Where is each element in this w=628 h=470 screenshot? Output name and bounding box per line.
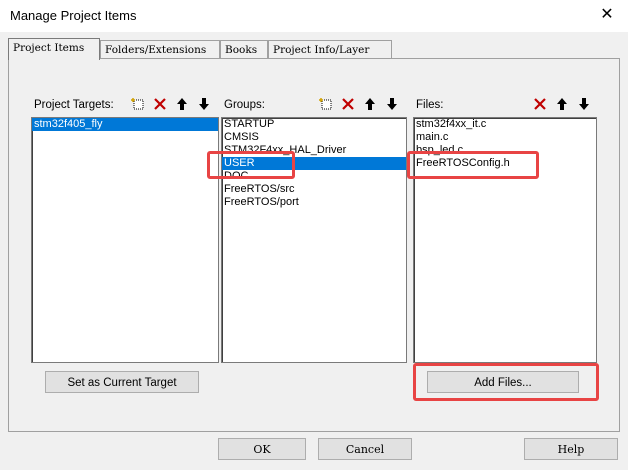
group-item-freertos-src[interactable]: FreeRTOS/src — [222, 183, 406, 196]
targets-label: Project Targets: — [34, 99, 114, 111]
ok-button[interactable]: OK — [218, 438, 306, 460]
set-current-target-button[interactable]: Set as Current Target — [45, 371, 199, 393]
move-target-down-icon[interactable] — [195, 95, 213, 113]
file-item-bsp-led[interactable]: bsp_led.c — [414, 144, 596, 157]
file-item-freertosconfig[interactable]: FreeRTOSConfig.h — [414, 157, 596, 170]
delete-file-icon[interactable] — [531, 95, 549, 113]
file-item-stm32f4xx-it[interactable]: stm32f4xx_it.c — [414, 118, 596, 131]
tab-books[interactable]: Books — [220, 40, 268, 59]
group-item-cmsis[interactable]: CMSIS — [222, 131, 406, 144]
tab-project-info-layer[interactable]: Project Info/Layer — [268, 40, 392, 59]
files-label: Files: — [416, 99, 444, 111]
window-title: Manage Project Items — [10, 8, 137, 23]
group-item-freertos-port[interactable]: FreeRTOS/port — [222, 196, 406, 209]
group-item-hal-driver[interactable]: STM32F4xx_HAL_Driver — [222, 144, 406, 157]
move-group-down-icon[interactable] — [383, 95, 401, 113]
help-button[interactable]: Help — [524, 438, 618, 460]
dialog-body: Project Items Folders/Extensions Books P… — [0, 32, 628, 470]
close-icon[interactable]: ✕ — [594, 3, 620, 27]
tab-folders-extensions[interactable]: Folders/Extensions — [100, 40, 220, 59]
new-target-icon[interactable] — [129, 95, 147, 113]
group-item-startup[interactable]: STARTUP — [222, 118, 406, 131]
add-files-button[interactable]: Add Files... — [427, 371, 579, 393]
cancel-button[interactable]: Cancel — [318, 438, 412, 460]
tab-panel: Project Targets: stm32f405_fly Set as Cu… — [8, 58, 620, 432]
groups-label: Groups: — [224, 99, 265, 111]
targets-list[interactable]: stm32f405_fly — [31, 117, 219, 363]
groups-list[interactable]: STARTUP CMSIS STM32F4xx_HAL_Driver USER … — [221, 117, 407, 363]
move-group-up-icon[interactable] — [361, 95, 379, 113]
targets-header: Project Targets: — [31, 95, 221, 115]
files-header: Files: — [413, 95, 597, 115]
title-bar: Manage Project Items ✕ — [0, 0, 628, 32]
move-file-down-icon[interactable] — [575, 95, 593, 113]
group-item-user[interactable]: USER — [222, 157, 406, 170]
move-target-up-icon[interactable] — [173, 95, 191, 113]
delete-target-icon[interactable] — [151, 95, 169, 113]
new-group-icon[interactable] — [317, 95, 335, 113]
files-list[interactable]: stm32f4xx_it.c main.c bsp_led.c FreeRTOS… — [413, 117, 597, 363]
move-file-up-icon[interactable] — [553, 95, 571, 113]
tab-project-items[interactable]: Project Items — [8, 38, 100, 60]
groups-header: Groups: — [221, 95, 409, 115]
group-item-doc[interactable]: DOC — [222, 170, 406, 183]
target-item[interactable]: stm32f405_fly — [32, 118, 218, 131]
delete-group-icon[interactable] — [339, 95, 357, 113]
file-item-main[interactable]: main.c — [414, 131, 596, 144]
